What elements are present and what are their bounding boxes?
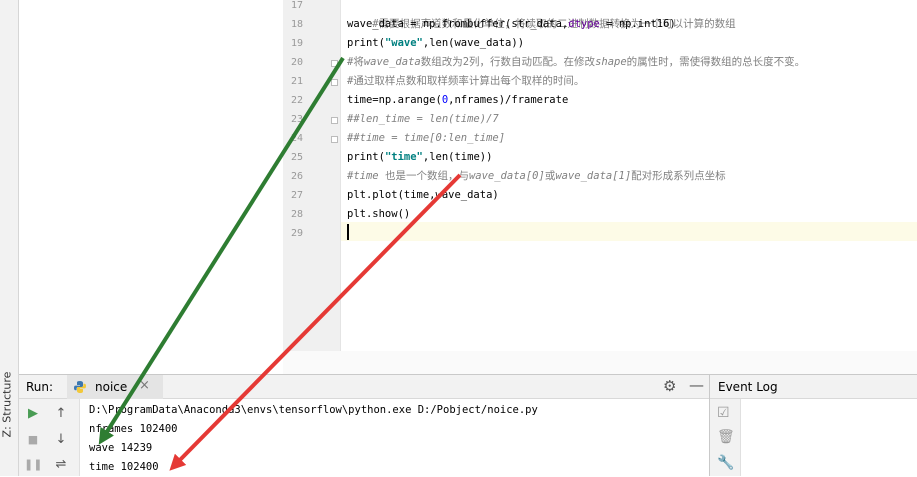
project-panel (19, 0, 282, 374)
pause-icon[interactable]: ❚❚ (24, 456, 42, 474)
event-log-title: Event Log (718, 380, 778, 394)
stop-icon[interactable]: ■ (24, 431, 42, 449)
arrow-down-icon[interactable]: ↓ (52, 431, 70, 449)
console-line: time 102400 (89, 461, 159, 473)
editor-empty-area (283, 351, 917, 374)
run-tab-label: noice (95, 380, 128, 394)
current-line-highlight (341, 222, 917, 241)
code-line-21: #通过取样点数和取样频率计算出每个取样的时间。 (347, 75, 585, 87)
run-toolbar: ▶ ↑ ■ ↓ ❚❚ ⇌ (19, 399, 80, 476)
console-line: wave 14239 (89, 442, 153, 454)
line-number: 26 (290, 171, 303, 182)
line-number: 17 (290, 0, 303, 11)
editor-gutter: 17 18 19 20 21 22 23 24 25 26 27 28 29 (283, 0, 341, 351)
line-number: 29 (290, 228, 303, 239)
line-number: 27 (290, 190, 303, 201)
fold-marker[interactable] (331, 117, 338, 124)
text-caret (347, 224, 349, 240)
run-panel-header: Run: noice × ⚙ — (19, 374, 709, 399)
arrow-up-icon[interactable]: ↑ (52, 405, 70, 423)
console-line: D:\ProgramData\Anaconda3\envs\tensorflow… (89, 404, 538, 416)
fold-marker[interactable] (331, 79, 338, 86)
event-log-toolbar: ☑ 🗑 🔧 (710, 399, 741, 476)
run-tab-noice[interactable]: noice × (67, 375, 163, 399)
fold-marker[interactable] (331, 136, 338, 143)
rerun-icon[interactable]: ▶ (24, 405, 42, 423)
wrench-icon[interactable]: 🔧 (717, 455, 734, 471)
event-log-header: Event Log (710, 374, 917, 399)
code-line-27: plt.plot(time,wave_data) (347, 189, 499, 201)
code-line-26: #time 也是一个数组，与wave_data[0]或wave_data[1]配… (347, 170, 726, 182)
code-line-19: print("wave",len(wave_data)) (347, 37, 525, 49)
run-console[interactable]: D:\ProgramData\Anaconda3\envs\tensorflow… (80, 399, 709, 476)
event-log-panel: Event Log ☑ 🗑 🔧 (709, 374, 917, 476)
gear-icon[interactable]: ⚙ (663, 377, 676, 395)
code-line-22: time=np.arange(0,nframes)/framerate (347, 94, 569, 106)
console-line: nframes 102400 (89, 423, 178, 435)
line-number: 23 (290, 114, 303, 125)
code-line-25: print("time",len(time)) (347, 151, 493, 163)
code-line-20: #将wave_data数组改为2列，行数自动匹配。在修改shape的属性时，需使… (347, 56, 806, 68)
run-label: Run: (26, 380, 54, 394)
line-number: 19 (290, 38, 303, 49)
line-number: 25 (290, 152, 303, 163)
code-line-17: #需要根据声道数和量化单位，将读取的二进制数据转换为一个可以计算的数组 (372, 18, 736, 30)
code-line-24: ##time = time[0:len_time] (347, 132, 506, 144)
line-number: 22 (290, 95, 303, 106)
line-number: 18 (290, 19, 303, 30)
close-icon[interactable]: × (139, 378, 150, 393)
line-number: 20 (290, 57, 303, 68)
code-line-28: plt.show() (347, 208, 411, 220)
line-number: 21 (290, 76, 303, 87)
structure-tab-label: Z: Structure (0, 371, 14, 438)
line-number: 28 (290, 209, 303, 220)
soft-wrap-icon[interactable]: ⇌ (52, 456, 70, 474)
trash-icon[interactable]: 🗑 (717, 429, 735, 445)
code-editor[interactable]: #需要根据声道数和量化单位，将读取的二进制数据转换为一个可以计算的数组 wave… (341, 0, 917, 351)
line-number: 24 (290, 133, 303, 144)
minimize-icon[interactable]: — (689, 376, 704, 394)
fold-marker[interactable] (331, 60, 338, 67)
code-line-18: wave_data = np.frombuffer(str_data,dtype… (347, 18, 676, 30)
python-icon (74, 381, 86, 393)
mark-read-icon[interactable]: ☑ (717, 405, 730, 421)
structure-tool-tab[interactable]: Z: Structure (0, 372, 18, 442)
code-line-23: ##len_time = len(time)/7 (347, 113, 499, 125)
left-tool-strip: Z: Structure (0, 0, 19, 476)
